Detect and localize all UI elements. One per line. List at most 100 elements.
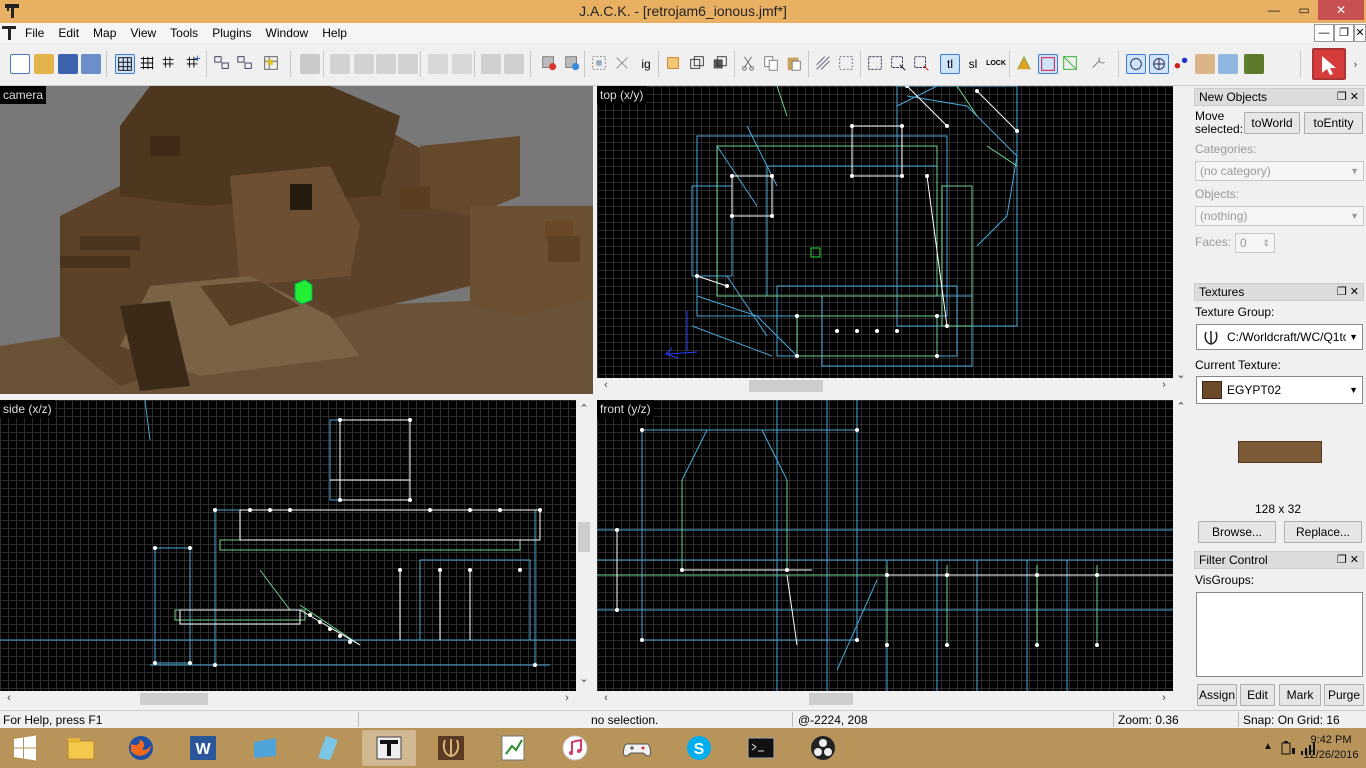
run-map-icon[interactable] xyxy=(1312,48,1346,80)
wireframe-mode-icon[interactable] xyxy=(1149,54,1169,74)
menu-edit[interactable]: Edit xyxy=(51,23,86,43)
vertex-icon[interactable] xyxy=(613,54,633,74)
textures-controls[interactable]: ❐ ✕ xyxy=(1337,285,1359,298)
taskbar-app-blue[interactable] xyxy=(238,730,292,766)
grid-larger-icon[interactable] xyxy=(184,54,204,74)
grid-smaller-icon[interactable] xyxy=(160,54,180,74)
to-world-button[interactable]: toWorld xyxy=(1244,112,1300,134)
cordon-icon[interactable] xyxy=(1015,54,1035,74)
scale-lock-toggle[interactable]: sl xyxy=(963,54,983,74)
faces-stepper[interactable]: 0 ⇕ xyxy=(1235,233,1275,253)
taskbar-file-explorer[interactable] xyxy=(54,730,108,766)
visgroups-list[interactable] xyxy=(1196,592,1363,677)
purge-button[interactable]: Purge xyxy=(1324,684,1364,706)
taskbar-app-folder[interactable] xyxy=(300,730,354,766)
categories-select[interactable]: (no category) ▼ xyxy=(1195,161,1364,181)
new-objects-controls[interactable]: ❐ ✕ xyxy=(1337,90,1359,103)
mdi-minimize-button[interactable]: — xyxy=(1314,24,1334,42)
assign-button[interactable]: Assign xyxy=(1197,684,1237,706)
menu-help[interactable]: Help xyxy=(315,23,354,43)
align-top-icon[interactable] xyxy=(376,54,396,74)
lock-toggle[interactable]: LOCK xyxy=(986,54,1006,74)
taskbar-firefox[interactable] xyxy=(114,730,168,766)
menu-plugins[interactable]: Plugins xyxy=(205,23,258,43)
taskbar-quake[interactable] xyxy=(424,730,478,766)
replace-button[interactable]: Replace... xyxy=(1284,521,1362,543)
cordon-green-icon[interactable] xyxy=(1061,54,1081,74)
hide-icon[interactable] xyxy=(814,54,834,74)
taskbar-cmd[interactable] xyxy=(734,730,788,766)
clock[interactable]: 9:42 PM 12/26/2016 xyxy=(1302,733,1360,763)
side-horizontal-scrollbar[interactable]: ‹ › xyxy=(0,691,576,707)
taskbar-word[interactable]: W xyxy=(176,730,230,766)
texture-lock-icon[interactable] xyxy=(664,54,684,74)
menu-file[interactable]: File xyxy=(18,23,51,43)
battery-icon[interactable] xyxy=(1280,740,1296,756)
menu-tools[interactable]: Tools xyxy=(163,23,205,43)
rotate-left-icon[interactable] xyxy=(481,54,501,74)
current-texture-select[interactable]: EGYPT02 ▼ xyxy=(1196,376,1363,404)
texture-apply-icon[interactable] xyxy=(688,54,708,74)
menu-window[interactable]: Window xyxy=(259,23,316,43)
toolbar-overflow-icon[interactable]: › xyxy=(1354,59,1357,69)
top-viewport[interactable]: top (x/y) xyxy=(597,86,1173,378)
grid-3d-icon[interactable] xyxy=(138,54,158,74)
show-icon[interactable] xyxy=(837,54,857,74)
front-horizontal-scrollbar[interactable]: ‹ › xyxy=(597,691,1173,707)
cordon-box-icon[interactable] xyxy=(1038,54,1058,74)
close-button[interactable]: ✕ xyxy=(1318,0,1364,20)
document-icon[interactable] xyxy=(2,26,16,40)
side-viewport[interactable]: side (x/z) xyxy=(0,400,576,691)
ungroup-icon[interactable] xyxy=(236,54,256,74)
filter-control-controls[interactable]: ❐ ✕ xyxy=(1337,553,1359,566)
select-inside-icon[interactable] xyxy=(912,54,932,74)
texture-group-select[interactable]: C:/Worldcraft/WC/Q1too ▼ xyxy=(1196,324,1363,350)
open-folder-icon[interactable] xyxy=(34,54,54,74)
carve-icon[interactable] xyxy=(262,54,282,74)
mark-button[interactable]: Mark xyxy=(1279,684,1321,706)
flip-horizontal-icon[interactable] xyxy=(428,54,448,74)
taskbar-skype[interactable]: S xyxy=(672,730,726,766)
camera-viewport[interactable]: camera xyxy=(0,86,593,394)
ignore-groups-toggle[interactable]: ig xyxy=(636,54,656,74)
top-horizontal-scrollbar[interactable]: ‹ › xyxy=(597,378,1173,394)
align-left-icon[interactable] xyxy=(330,54,350,74)
front-viewport[interactable]: front (y/z) xyxy=(597,400,1173,691)
face-tool-icon[interactable] xyxy=(1195,54,1215,74)
select-all-icon[interactable] xyxy=(866,54,886,74)
edit-visgroup-button[interactable]: Edit xyxy=(1240,684,1275,706)
mdi-close-button[interactable]: ✕ xyxy=(1354,24,1366,42)
panel-splitter[interactable]: ⌄ ⌃ xyxy=(1173,86,1190,710)
create-entity-icon[interactable] xyxy=(540,54,560,74)
map-properties-icon[interactable] xyxy=(1218,54,1238,74)
menu-map[interactable]: Map xyxy=(86,23,123,43)
tray-expand-icon[interactable]: ▲ xyxy=(1263,741,1273,752)
create-brush-icon[interactable] xyxy=(563,54,583,74)
grid-toggle-icon[interactable] xyxy=(115,54,135,74)
rotate-right-icon[interactable] xyxy=(504,54,524,74)
texture-lock-toggle[interactable]: tl xyxy=(940,54,960,74)
objects-select[interactable]: (nothing) ▼ xyxy=(1195,206,1364,226)
align-bottom-icon[interactable] xyxy=(398,54,418,74)
taskbar-jack[interactable] xyxy=(362,730,416,766)
save-icon[interactable] xyxy=(58,54,78,74)
save-as-icon[interactable] xyxy=(81,54,101,74)
to-entity-button[interactable]: toEntity xyxy=(1304,112,1363,134)
flip-vertical-icon[interactable] xyxy=(452,54,472,74)
hollow-icon[interactable] xyxy=(300,54,320,74)
copy-icon[interactable] xyxy=(762,54,782,74)
menu-view[interactable]: View xyxy=(123,23,163,43)
browse-button[interactable]: Browse... xyxy=(1198,521,1276,543)
compile-icon[interactable] xyxy=(1244,54,1264,74)
paste-icon[interactable] xyxy=(785,54,805,74)
mdi-restore-button[interactable]: ❐ xyxy=(1334,24,1354,42)
taskbar-obs[interactable] xyxy=(796,730,850,766)
select-touching-icon[interactable] xyxy=(889,54,909,74)
side-vertical-scrollbar[interactable]: ⌃ ⌄ xyxy=(576,400,592,691)
group-icon[interactable] xyxy=(213,54,233,74)
entity-report-icon[interactable] xyxy=(1172,54,1192,74)
new-file-icon[interactable] xyxy=(10,54,30,74)
maximize-button[interactable]: ▭ xyxy=(1290,0,1318,20)
taskbar-gamepad[interactable] xyxy=(610,730,664,766)
taskbar-notes[interactable] xyxy=(486,730,540,766)
